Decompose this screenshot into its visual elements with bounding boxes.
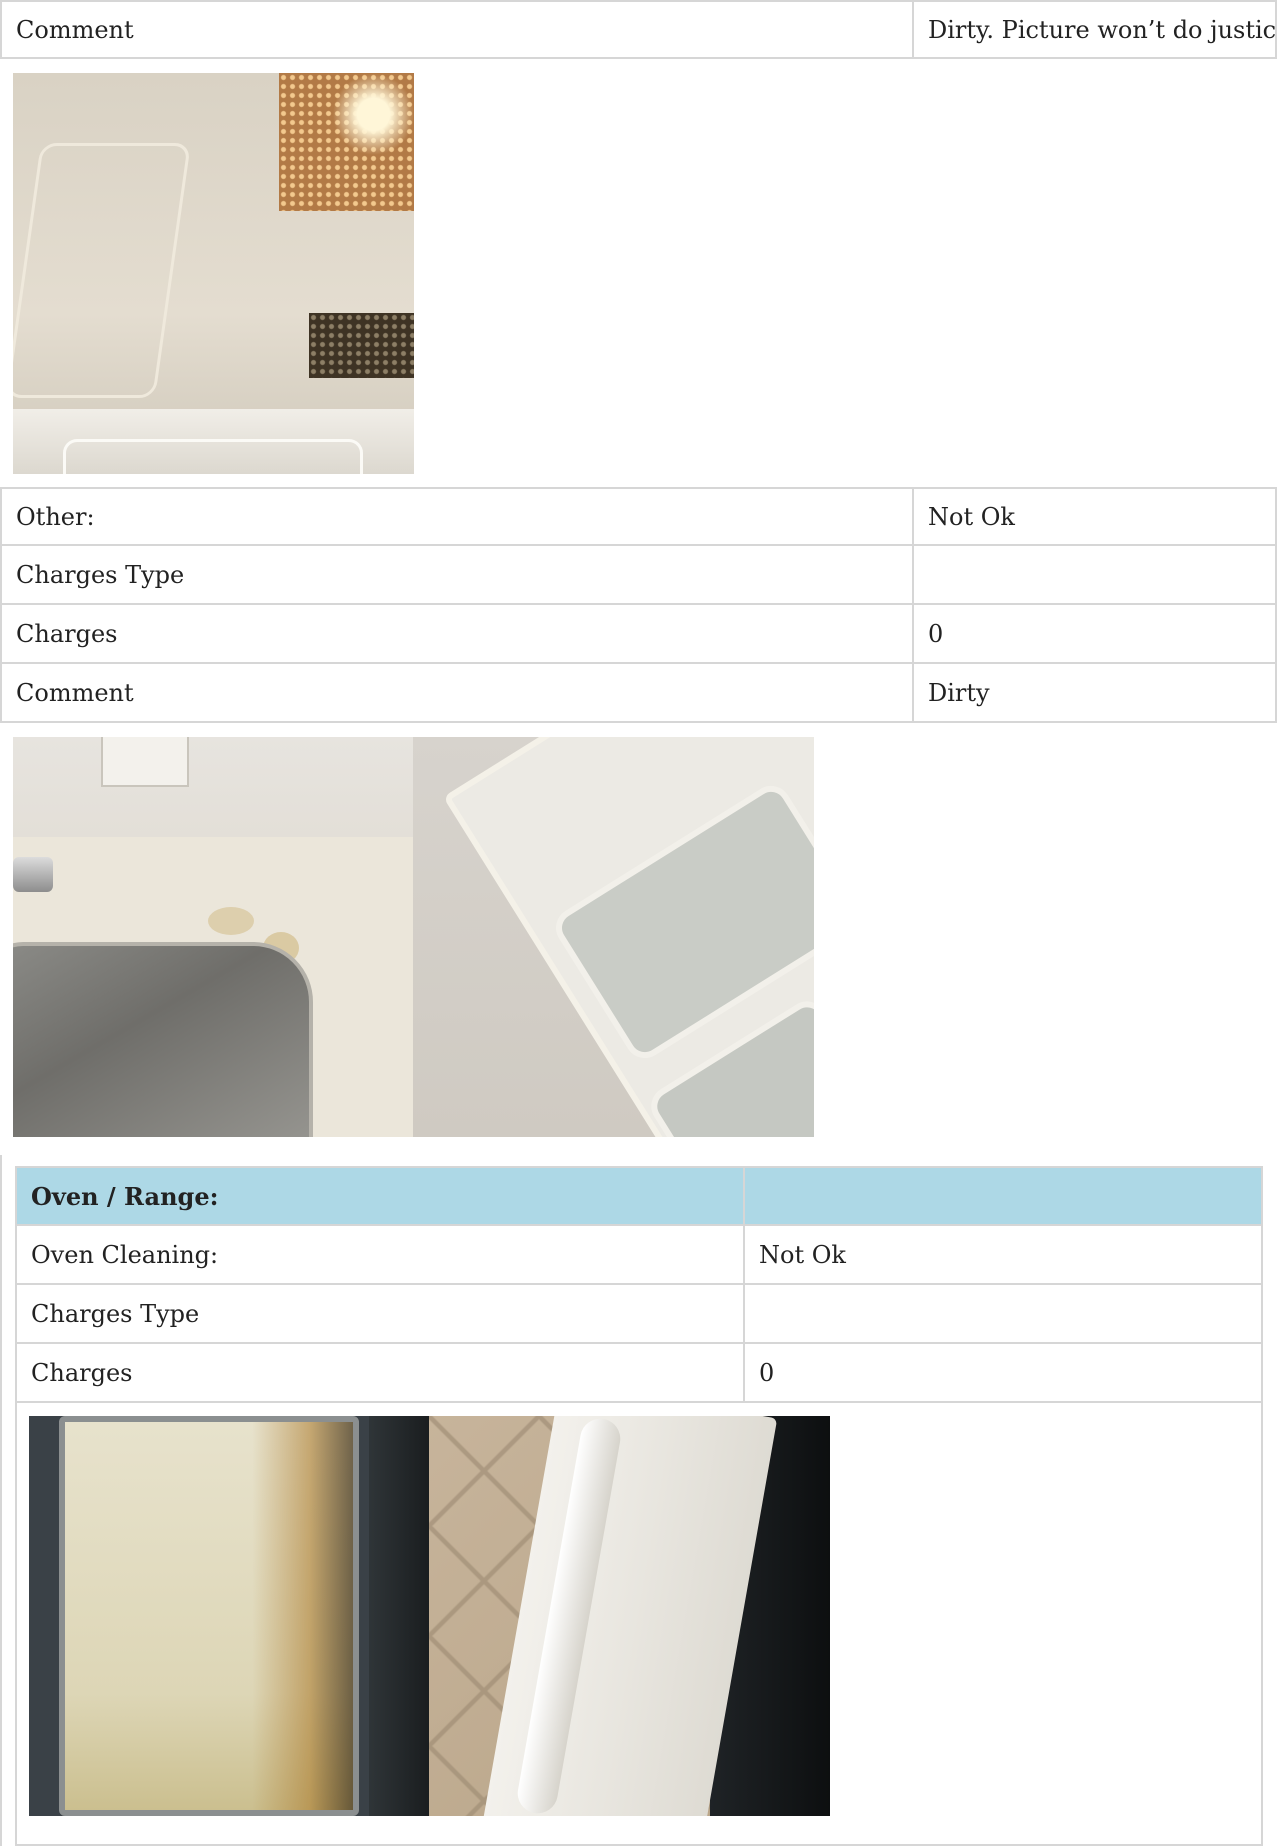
microwave-interior-photo[interactable]: [13, 73, 414, 474]
charges-label: Charges: [2, 605, 914, 662]
oven-range-header: Oven / Range:: [15, 1166, 1263, 1226]
comment-label: Comment: [2, 664, 914, 721]
other-charges-type-row: Charges Type: [0, 546, 1277, 605]
oven-cleaning-label: Oven Cleaning:: [17, 1226, 745, 1283]
comment-value: Dirty: [928, 678, 990, 707]
charges-type-value: [745, 1285, 1261, 1342]
inspection-report-page: Comment Dirty. Picture won’t do justice.…: [0, 0, 1277, 1846]
charges-type-label: Charges Type: [2, 546, 914, 603]
microwave-comment-row: Comment Dirty. Picture won’t do justice.: [0, 0, 1277, 59]
other-charges-row: Charges 0: [0, 605, 1277, 664]
other-status: Not Ok: [928, 502, 1015, 531]
oven-cleaning-row: Oven Cleaning: Not Ok: [15, 1226, 1263, 1285]
fridge-door-photo[interactable]: [413, 737, 814, 1137]
section-header-value: [745, 1168, 1261, 1224]
oven-cleaning-status: Not Ok: [759, 1240, 846, 1269]
charges-value: 0: [928, 619, 944, 648]
charges-value: 0: [759, 1358, 775, 1387]
sink-counter-photo[interactable]: [13, 737, 413, 1137]
comment-label: Comment: [2, 2, 914, 57]
charges-label: Charges: [17, 1344, 745, 1401]
other-label: Other:: [2, 489, 914, 544]
comment-value: Dirty. Picture won’t do justice.: [928, 15, 1275, 44]
section-title: Oven / Range:: [17, 1168, 745, 1224]
other-comment-row: Comment Dirty: [0, 664, 1277, 723]
charges-type-value: [914, 546, 1275, 603]
other-status-row: Other: Not Ok: [0, 487, 1277, 546]
oven-door-glass-photo[interactable]: [29, 1416, 429, 1816]
oven-door-handle-photo[interactable]: [429, 1416, 830, 1816]
charges-type-label: Charges Type: [17, 1285, 745, 1342]
oven-charges-row: Charges 0: [15, 1344, 1263, 1403]
oven-charges-type-row: Charges Type: [15, 1285, 1263, 1344]
